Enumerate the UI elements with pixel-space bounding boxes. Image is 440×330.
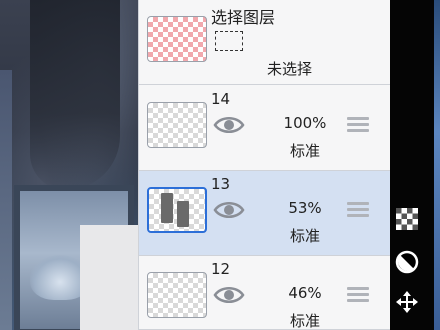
selection-status: 未选择 <box>267 60 313 78</box>
visibility-eye-icon[interactable] <box>213 199 245 221</box>
layer-thumbnail <box>147 272 207 318</box>
layer-thumbnail <box>147 187 207 233</box>
opacity-circle-icon[interactable] <box>394 249 420 275</box>
layer-blend-mode[interactable]: 标准 <box>275 310 335 330</box>
layer-row[interactable]: 12 46% 标准 <box>139 256 391 330</box>
layer-row[interactable]: 14 100% 标准 <box>139 86 391 171</box>
selection-layer-thumbnail <box>147 16 207 62</box>
selection-layer-row[interactable]: 选择图层 未选择 <box>139 0 391 85</box>
drag-handle-icon[interactable] <box>347 117 369 133</box>
move-arrows-icon[interactable] <box>394 289 420 315</box>
layer-blend-mode[interactable]: 标准 <box>275 225 335 246</box>
canvas-artwork-figure <box>30 0 120 190</box>
layer-number: 14 <box>211 90 231 108</box>
layer-opacity[interactable]: 46% <box>275 284 335 302</box>
layer-thumbnail <box>147 102 207 148</box>
selection-layer-title: 选择图层 <box>211 8 276 27</box>
canvas-artwork-edge <box>0 70 12 330</box>
visibility-eye-icon[interactable] <box>213 284 245 306</box>
layer-thumbnail-content <box>161 193 173 223</box>
visibility-eye-icon[interactable] <box>213 114 245 136</box>
layer-blend-mode[interactable]: 标准 <box>275 140 335 161</box>
layer-opacity[interactable]: 100% <box>275 114 335 132</box>
layer-thumbnail-content <box>177 201 189 227</box>
layer-opacity[interactable]: 53% <box>275 199 335 217</box>
tool-strip-background <box>390 0 440 330</box>
tool-strip <box>390 0 440 330</box>
layer-panel: 选择图层 未选择 14 100% 标准 13 53% 标准 12 46% 标准 <box>138 0 391 330</box>
layer-row[interactable]: 13 53% 标准 <box>139 171 391 256</box>
layer-number: 13 <box>211 175 231 193</box>
layer-number: 12 <box>211 260 231 278</box>
checkerboard-icon[interactable] <box>394 206 420 232</box>
selection-marquee-icon <box>215 31 243 51</box>
screen-edge <box>434 0 440 330</box>
canvas-artwork-paper <box>80 225 140 330</box>
drag-handle-icon[interactable] <box>347 202 369 218</box>
drawing-canvas[interactable] <box>0 0 140 330</box>
drag-handle-icon[interactable] <box>347 287 369 303</box>
